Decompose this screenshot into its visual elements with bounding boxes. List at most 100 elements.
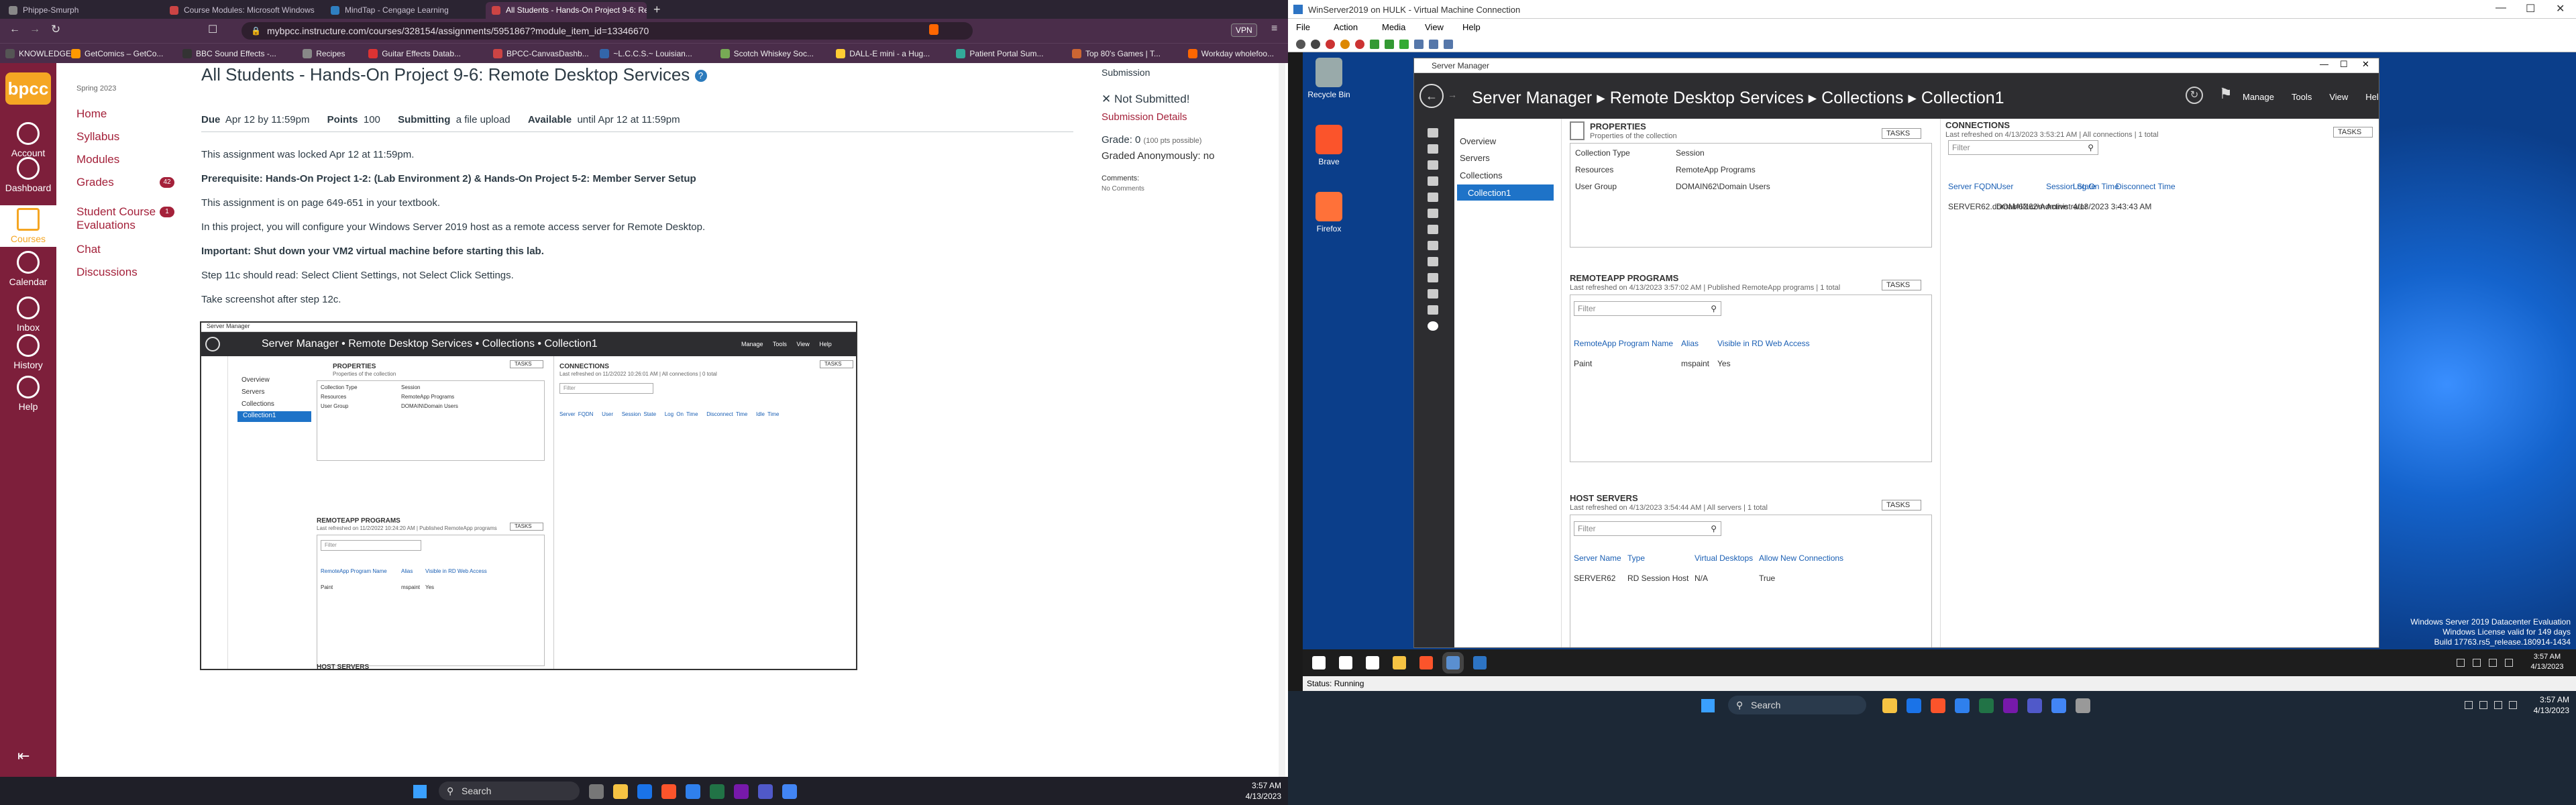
onenote-icon[interactable] [2003, 698, 2018, 713]
browser-tab[interactable]: Course Modules: Microsoft Windows [164, 2, 321, 19]
bookmark-page-icon[interactable]: ☐ [208, 23, 217, 36]
browser-tab-active[interactable]: All Students - Hands-On Project 9-6: Rem… [486, 2, 647, 19]
vm-toolbar-button-icon[interactable] [1311, 40, 1320, 49]
bookmark-item[interactable]: Guitar Effects Datab... [368, 48, 461, 60]
brave-icon[interactable] [1931, 698, 1945, 713]
dns-icon[interactable] [1428, 193, 1438, 202]
bookmark-item[interactable]: BPCC-CanvasDashb... [493, 48, 589, 60]
file-explorer-icon[interactable] [1393, 656, 1406, 669]
sm-side-overview[interactable]: Overview [1460, 136, 1496, 146]
outlook-icon[interactable] [637, 784, 652, 799]
sm-minimize-icon[interactable]: — [2320, 59, 2328, 69]
vm-toolbar-button-icon[interactable] [1326, 40, 1335, 49]
bookmark-item[interactable]: DALL-E mini - a Hug... [836, 48, 930, 60]
teams-icon[interactable] [2027, 698, 2042, 713]
clock[interactable]: 3:57 AM 4/13/2023 [1234, 780, 1281, 802]
new-tab-icon[interactable]: + [653, 3, 661, 17]
collapse-nav-icon[interactable]: ⇤ [17, 747, 30, 765]
network-icon[interactable] [2479, 701, 2487, 709]
bookmark-item[interactable]: Recipes [303, 48, 345, 60]
host-cell[interactable]: SERVER62 [1574, 574, 1615, 583]
sm-menu-tools[interactable]: Tools [2292, 92, 2312, 102]
brave-icon[interactable] [661, 784, 676, 799]
notification-icon[interactable] [2505, 659, 2513, 667]
excel-icon[interactable] [1979, 698, 1994, 713]
global-nav-history[interactable]: History [0, 334, 56, 370]
host-col[interactable]: Virtual Desktops [1695, 553, 1753, 563]
course-nav-syllabus[interactable]: Syllabus [76, 130, 177, 144]
battery-icon[interactable] [2509, 701, 2517, 709]
global-nav-calendar[interactable]: Calendar [0, 251, 56, 287]
vm-toolbar-button-icon[interactable] [1414, 40, 1424, 49]
vm-toolbar-button-icon[interactable] [1399, 40, 1409, 49]
info-icon[interactable]: ? [694, 70, 707, 83]
remote-access-icon[interactable] [1428, 273, 1438, 282]
network-icon[interactable] [2457, 659, 2465, 667]
ad-ds-icon[interactable] [1428, 176, 1438, 186]
desktop-icon-recycle-bin[interactable]: Recycle Bin [1305, 58, 1352, 99]
remoteapp-filter[interactable]: Filter ⚲ [1574, 301, 1721, 316]
outlook-icon[interactable] [1907, 698, 1921, 713]
bookmark-item[interactable]: ~L.C.C.S.~ Louisian... [600, 48, 692, 60]
sm-back-icon[interactable]: ← [1419, 84, 1444, 108]
vm-clock[interactable]: 3:57 AM 4/13/2023 [2524, 652, 2571, 672]
maximize-icon[interactable]: ☐ [2526, 2, 2535, 15]
chrome-icon[interactable] [2051, 698, 2066, 713]
sm-side-servers[interactable]: Servers [1460, 153, 1490, 163]
vm-toolbar-button-icon[interactable] [1385, 40, 1394, 49]
browser-tab[interactable]: MindTap - Cengage Learning [325, 2, 482, 19]
bookmark-item[interactable]: Workday wholefoo... [1187, 48, 1274, 60]
remoteapp-tasks-button[interactable]: TASKS [1882, 280, 1922, 290]
ra-col-visible[interactable]: Visible in RD Web Access [1717, 339, 1810, 348]
global-nav-help[interactable]: Help [0, 376, 56, 412]
taskbar-search[interactable]: ⚲ Search [1728, 696, 1866, 714]
conn-col[interactable]: Log On Time [2073, 182, 2119, 191]
ra-col-alias[interactable]: Alias [1681, 339, 1699, 348]
global-nav-inbox[interactable]: Inbox [0, 297, 56, 333]
sm-close-icon[interactable]: ✕ [2362, 59, 2369, 70]
dashboard-icon[interactable] [1428, 128, 1438, 138]
connections-filter[interactable]: Filter ⚲ [1948, 140, 2098, 155]
conn-col[interactable]: Disconnect Time [2116, 182, 2176, 191]
sm-menu-view[interactable]: View [2329, 92, 2348, 102]
desktop-icon-brave[interactable]: Brave [1305, 125, 1352, 166]
vm-toolbar-button-icon[interactable] [1296, 40, 1305, 49]
conn-col[interactable]: User [1996, 182, 2013, 191]
course-nav-discussions[interactable]: Discussions [76, 266, 177, 279]
conn-col[interactable]: Server FQDN [1948, 182, 1997, 191]
global-nav-dashboard[interactable]: Dashboard [0, 157, 56, 193]
rd-connection-icon[interactable] [1428, 257, 1438, 266]
host-col[interactable]: Allow New Connections [1759, 553, 1843, 563]
host-col[interactable]: Server Name [1574, 553, 1621, 563]
hosts-filter[interactable]: Filter ⚲ [1574, 521, 1721, 536]
widgets-icon[interactable] [2076, 698, 2090, 713]
submission-details-link[interactable]: Submission Details [1102, 111, 1187, 123]
sm-side-collection1[interactable]: Collection1 [1457, 184, 1554, 201]
browser-tab[interactable]: Phippe-Smurph [3, 2, 160, 19]
sm-menu-manage[interactable]: Manage [2243, 92, 2274, 102]
menu-icon[interactable]: ≡ [1271, 23, 1277, 35]
sm-refresh-icon[interactable]: ↻ [2186, 87, 2203, 104]
bookmark-item[interactable]: GetComics – GetCo... [71, 48, 163, 60]
chrome-icon[interactable] [782, 784, 797, 799]
chevron-up-icon[interactable] [2489, 659, 2497, 667]
excel-icon[interactable] [710, 784, 724, 799]
bookmark-item[interactable]: Patient Portal Sum... [956, 48, 1043, 60]
iis-icon[interactable] [1428, 225, 1438, 234]
local-server-icon[interactable] [1428, 144, 1438, 154]
vm-menu-item[interactable]: Action [1334, 22, 1358, 32]
ra-cell[interactable]: Paint [1574, 359, 1592, 368]
crumb-collection1[interactable]: Collection1 [1921, 89, 2004, 107]
search-icon[interactable] [1339, 656, 1352, 669]
vm-menu-item[interactable]: View [1425, 22, 1444, 32]
remote-desktop-icon[interactable] [1473, 656, 1487, 669]
vm-toolbar-button-icon[interactable] [1340, 40, 1350, 49]
global-nav-courses[interactable]: Courses [0, 205, 56, 247]
vm-menu-item[interactable]: Help [1462, 22, 1481, 32]
vpn-button[interactable]: VPN [1231, 23, 1257, 37]
vm-toolbar-button-icon[interactable] [1370, 40, 1379, 49]
crumb-server-manager[interactable]: Server Manager [1472, 89, 1592, 107]
clock[interactable]: 3:57 AM 4/13/2023 [2522, 694, 2569, 716]
course-nav-home[interactable]: Home [76, 107, 177, 121]
desktop-icon-firefox[interactable]: Firefox [1305, 192, 1352, 233]
